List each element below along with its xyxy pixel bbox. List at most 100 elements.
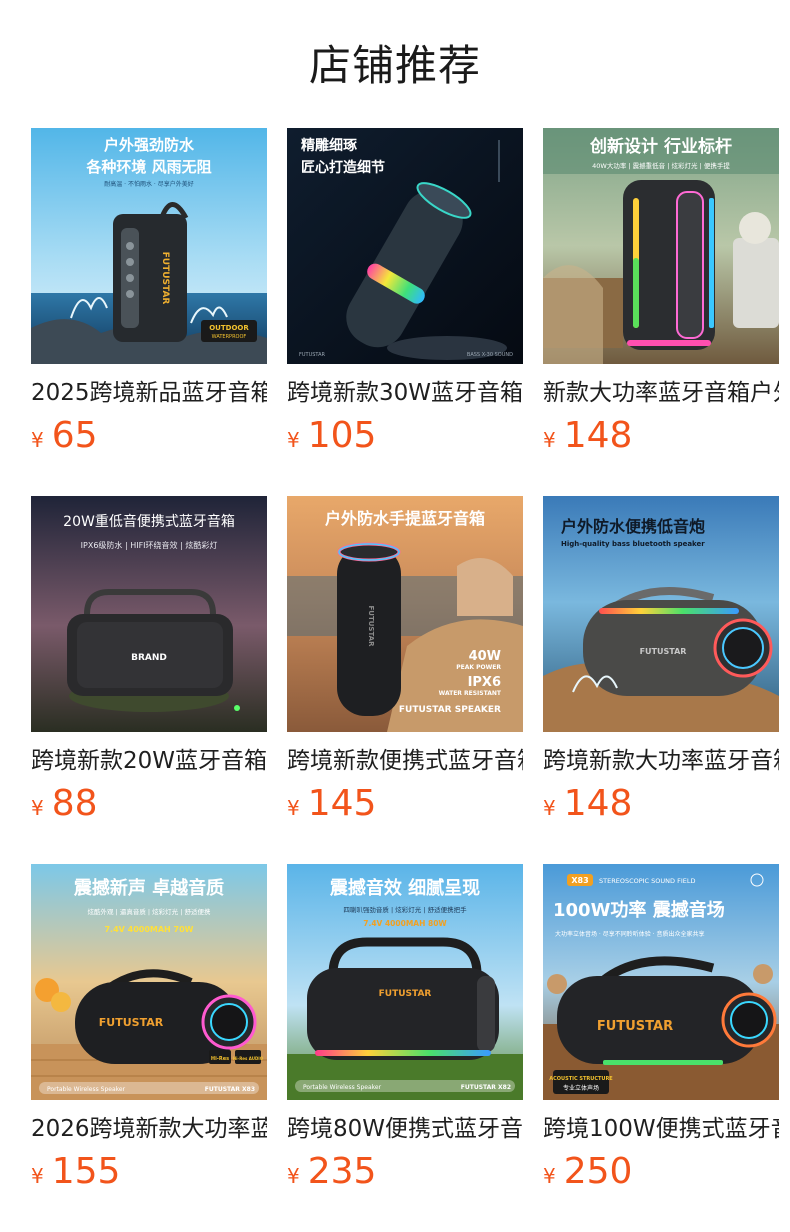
product-image[interactable]: 户外防水便携低音炮 High-quality bass bluetooth sp… — [543, 496, 779, 732]
product-card[interactable]: 20W重低音便携式蓝牙音箱 IPX6级防水 | HIFI环绕音效 | 炫酷彩灯 … — [31, 496, 267, 864]
product-image[interactable]: 震撼音效 细腻呈现 四喇叭强劲音质 | 炫彩灯光 | 舒适便携把手 7.4V 4… — [287, 864, 523, 1100]
product-name[interactable]: 跨境100W便携式蓝牙音箱 — [543, 1112, 779, 1146]
image-headline: 20W重低音便携式蓝牙音箱 — [63, 513, 235, 530]
image-footer-right: FUTUSTAR X83 — [205, 1086, 255, 1093]
image-badge: ACOUSTIC STRUCTURE — [549, 1076, 613, 1082]
image-tagline: 耐高温 · 不怕雨水 · 尽享户外美好 — [104, 180, 193, 188]
page-title: 店铺推荐 — [308, 41, 481, 90]
product-card[interactable]: X83 STEREOSCOPIC SOUND FIELD 100W功率 震撼音场… — [543, 864, 779, 1232]
product-name[interactable]: 新款大功率蓝牙音箱户外 — [543, 376, 779, 410]
product-price: ¥ 148 — [543, 414, 632, 458]
product-name[interactable]: 2026跨境新款大功率蓝牙 — [31, 1112, 267, 1146]
product-grid: 户外强劲防水 各种环境 风雨无阻 耐高温 · 不怕雨水 · 尽享户外美好 FUT… — [31, 128, 779, 1232]
image-badge-2: Hi-Res AUDIO — [233, 1056, 264, 1061]
product-image[interactable]: X83 STEREOSCOPIC SOUND FIELD 100W功率 震撼音场… — [543, 864, 779, 1100]
price-amount: 148 — [563, 415, 633, 456]
image-brand: FUTUSTAR — [640, 647, 687, 656]
currency-symbol: ¥ — [31, 1164, 44, 1188]
currency-symbol: ¥ — [31, 796, 44, 820]
currency-symbol: ¥ — [287, 1164, 300, 1188]
price-amount: 145 — [307, 783, 377, 824]
product-price: ¥ 65 — [31, 414, 98, 458]
image-headline: 震撼新声 卓越音质 — [74, 877, 224, 899]
product-name[interactable]: 跨境新款大功率蓝牙音箱 — [543, 744, 779, 778]
image-headline: 户外防水手提蓝牙音箱 — [325, 509, 485, 528]
product-image[interactable]: 户外防水手提蓝牙音箱 FUTUSTAR 40W PEAK POWER IPX6 … — [287, 496, 523, 732]
shop-recommendations-page: 店铺推荐 户外强劲防水 各种环境 风雨无阻 耐高温 · 不怕雨水 · 尽享户外美… — [0, 0, 790, 1232]
image-tagline: 大功率立体音场 · 尽享不同聆听体验 · 音质出众全家共享 — [555, 930, 704, 938]
product-image[interactable]: 精雕细琢 匠心打造细节 FUTUSTAR BASS X-30 SOUND — [287, 128, 523, 364]
image-footer-left: Portable Wireless Speaker — [303, 1084, 382, 1091]
product-image[interactable]: 20W重低音便携式蓝牙音箱 IPX6级防水 | HIFI环绕音效 | 炫酷彩灯 … — [31, 496, 267, 732]
image-spec2: IPX6 — [468, 675, 501, 690]
product-image[interactable]: 创新设计 行业标杆 40W大功率 | 震撼重低音 | 炫彩灯光 | 便携手提 — [543, 128, 779, 364]
product-name[interactable]: 跨境新款20W蓝牙音箱 — [31, 744, 267, 778]
image-headline: 精雕细琢 — [301, 137, 358, 154]
price-amount: 250 — [563, 1151, 633, 1192]
product-price: ¥ 105 — [287, 414, 376, 458]
product-name[interactable]: 跨境80W便携式蓝牙音箱 — [287, 1112, 523, 1146]
product-price: ¥ 88 — [31, 782, 98, 826]
product-price: ¥ 235 — [287, 1150, 376, 1194]
image-subline: STEREOSCOPIC SOUND FIELD — [599, 877, 696, 885]
image-model: X83 — [571, 876, 588, 885]
price-amount: 88 — [51, 783, 98, 824]
image-brand: FUTUSTAR — [367, 605, 375, 647]
image-headline: 创新设计 行业标杆 — [589, 136, 732, 157]
image-brand: FUTUSTAR — [299, 352, 326, 358]
product-card[interactable]: 户外防水便携低音炮 High-quality bass bluetooth sp… — [543, 496, 779, 864]
image-spec2-sub: WATER RESISTANT — [439, 690, 502, 697]
image-subline: 炫酷外观 | 逼真音质 | 炫彩灯光 | 舒适便携 — [88, 907, 211, 916]
product-card[interactable]: 户外强劲防水 各种环境 风雨无阻 耐高温 · 不怕雨水 · 尽享户外美好 FUT… — [31, 128, 267, 496]
product-image[interactable]: 户外强劲防水 各种环境 风雨无阻 耐高温 · 不怕雨水 · 尽享户外美好 FUT… — [31, 128, 267, 364]
price-amount: 65 — [51, 415, 98, 456]
image-badge-sub: 专业立体声场 — [563, 1084, 599, 1092]
currency-symbol: ¥ — [31, 428, 44, 452]
image-subline: 匠心打造细节 — [301, 159, 385, 176]
product-card[interactable]: 震撼新声 卓越音质 炫酷外观 | 逼真音质 | 炫彩灯光 | 舒适便携 7.4V… — [31, 864, 267, 1232]
image-brand: BRAND — [131, 653, 167, 663]
currency-symbol: ¥ — [287, 796, 300, 820]
product-price: ¥ 145 — [287, 782, 376, 826]
currency-symbol: ¥ — [287, 428, 300, 452]
image-headline: 100W功率 震撼音场 — [553, 899, 725, 921]
product-name[interactable]: 跨境新款30W蓝牙音箱 — [287, 376, 523, 410]
product-price: ¥ 155 — [31, 1150, 120, 1194]
image-badge-sub: WATERPROOF — [212, 334, 247, 340]
image-footer: BASS X-30 SOUND — [467, 352, 513, 358]
image-brand: FUTUSTAR — [379, 989, 432, 999]
product-card[interactable]: 震撼音效 细腻呈现 四喇叭强劲音质 | 炫彩灯光 | 舒适便携把手 7.4V 4… — [287, 864, 523, 1232]
image-footer: FUTUSTAR SPEAKER — [399, 705, 501, 715]
image-headline: 震撼音效 细腻呈现 — [330, 877, 480, 899]
product-name[interactable]: 跨境新款便携式蓝牙音箱 — [287, 744, 523, 778]
product-price: ¥ 250 — [543, 1150, 632, 1194]
price-amount: 235 — [307, 1151, 377, 1192]
currency-symbol: ¥ — [543, 1164, 556, 1188]
product-name[interactable]: 2025跨境新品蓝牙音箱 — [31, 376, 267, 410]
image-brand: FUTUSTAR — [99, 1016, 164, 1029]
image-spec: 7.4V 4000MAH 70W — [104, 925, 193, 934]
product-image[interactable]: 震撼新声 卓越音质 炫酷外观 | 逼真音质 | 炫彩灯光 | 舒适便携 7.4V… — [31, 864, 267, 1100]
image-subline: High-quality bass bluetooth speaker — [561, 540, 705, 548]
image-headline: 户外强劲防水 — [104, 136, 195, 154]
product-card[interactable]: 精雕细琢 匠心打造细节 FUTUSTAR BASS X-30 SOUND 跨境新… — [287, 128, 523, 496]
image-subline: IPX6级防水 | HIFI环绕音效 | 炫酷彩灯 — [81, 540, 218, 550]
image-brand: FUTUSTAR — [160, 252, 170, 305]
image-spec1: 40W — [469, 649, 501, 664]
image-subline: 各种环境 风雨无阻 — [85, 158, 211, 176]
image-footer-left: Portable Wireless Speaker — [47, 1086, 126, 1093]
image-badge-1: Hi-Res — [211, 1056, 229, 1062]
product-price: ¥ 148 — [543, 782, 632, 826]
price-amount: 148 — [563, 783, 633, 824]
product-card[interactable]: 户外防水手提蓝牙音箱 FUTUSTAR 40W PEAK POWER IPX6 … — [287, 496, 523, 864]
image-footer-right: FUTUSTAR X82 — [461, 1084, 511, 1091]
price-amount: 105 — [307, 415, 377, 456]
image-spec: 7.4V 4000MAH 80W — [363, 919, 447, 928]
image-headline: 户外防水便携低音炮 — [561, 517, 705, 536]
currency-symbol: ¥ — [543, 428, 556, 452]
image-brand: FUTUSTAR — [597, 1019, 673, 1034]
image-spec1-sub: PEAK POWER — [456, 664, 501, 671]
product-card[interactable]: 创新设计 行业标杆 40W大功率 | 震撼重低音 | 炫彩灯光 | 便携手提 新… — [543, 128, 779, 496]
currency-symbol: ¥ — [543, 796, 556, 820]
price-amount: 155 — [51, 1151, 121, 1192]
